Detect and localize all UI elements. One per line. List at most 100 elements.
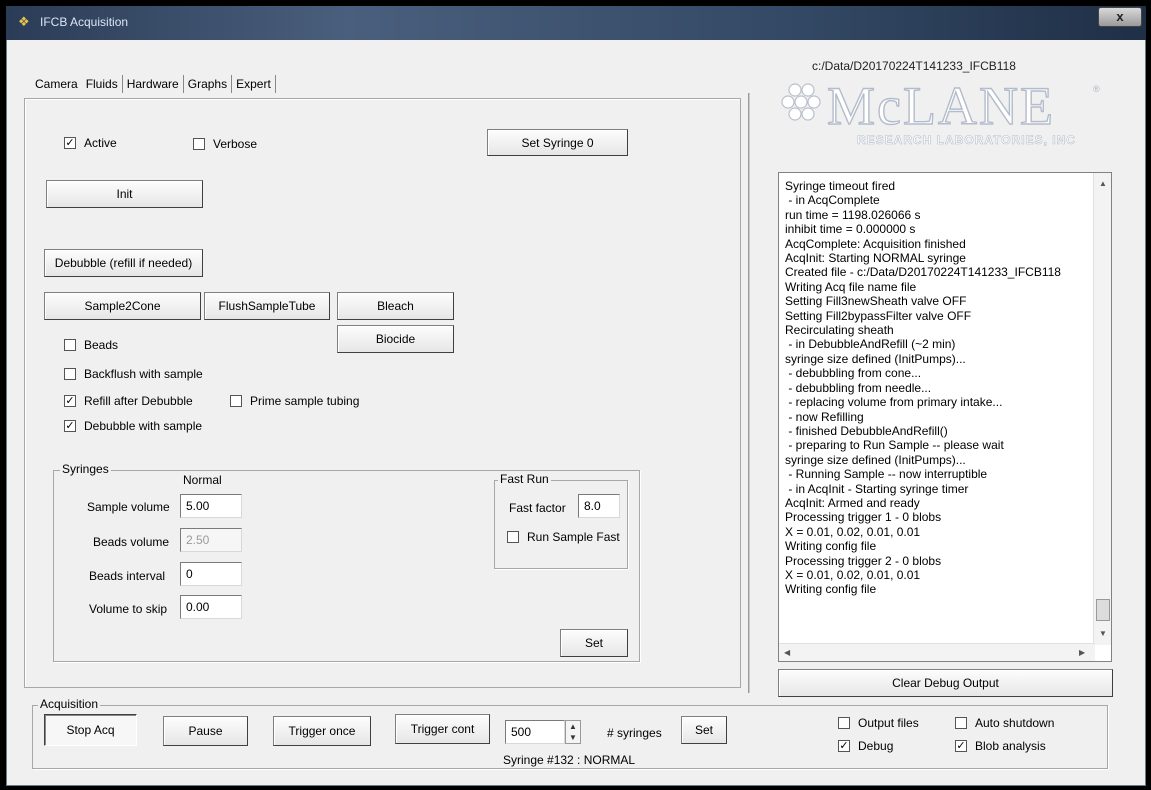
auto-shutdown-checkbox[interactable]: Auto shutdown xyxy=(955,716,1054,730)
checkbox-box xyxy=(64,339,76,351)
tab-graphs[interactable]: Graphs xyxy=(184,75,233,93)
beads-checkbox[interactable]: Beads xyxy=(64,338,118,352)
logo-wordmark: McLANE xyxy=(827,78,1055,136)
debug-line: Processing trigger 2 - 0 blobs xyxy=(785,553,942,568)
debug-line: - preparing to Run Sample -- please wait xyxy=(785,438,1004,453)
output-files-label: Output files xyxy=(858,716,919,730)
vertical-scrollbar[interactable]: ▲ ▼ xyxy=(1093,173,1111,645)
title-bar[interactable] xyxy=(6,6,1146,40)
debug-line: Writing config file xyxy=(785,582,877,597)
beads-interval-input[interactable]: 0 xyxy=(180,562,242,586)
debug-line: - in AcqComplete xyxy=(785,193,880,208)
sample2cone-button[interactable]: Sample2Cone xyxy=(44,292,201,320)
syringes-group-title: Syringes xyxy=(60,462,111,476)
horizontal-scrollbar[interactable]: ◀ ▶ xyxy=(779,643,1095,661)
logo-subtitle: RESEARCH LABORATORIES, INC xyxy=(857,133,1076,147)
debug-output-box[interactable]: Syringe timeout fired - in AcqComplete ru… xyxy=(778,172,1112,662)
flush-sample-tube-button[interactable]: FlushSampleTube xyxy=(204,292,330,320)
debug-line: - in AcqInit - Starting syringe timer xyxy=(785,481,969,496)
volume-to-skip-input[interactable]: 0.00 xyxy=(180,595,242,619)
spinner-up-icon[interactable]: ▲ xyxy=(566,721,580,732)
syringes-spinner[interactable]: ▲ ▼ xyxy=(565,720,581,744)
scroll-right-icon[interactable]: ▶ xyxy=(1079,648,1085,657)
pause-button[interactable]: Pause xyxy=(163,716,248,746)
debug-line: Processing trigger 1 - 0 blobs xyxy=(785,510,942,525)
prime-label: Prime sample tubing xyxy=(250,394,360,408)
biocide-button[interactable]: Biocide xyxy=(337,325,454,353)
scroll-thumb[interactable] xyxy=(1096,599,1110,621)
active-checkbox[interactable]: ✓ Active xyxy=(64,136,117,150)
verbose-checkbox[interactable]: Verbose xyxy=(193,137,257,151)
tab-fluids[interactable]: Fluids xyxy=(81,75,122,93)
debug-line: AcqInit: Starting NORMAL syringe xyxy=(785,251,966,266)
acquisition-set-button[interactable]: Set xyxy=(681,716,727,744)
debubble-button[interactable]: Debubble (refill if needed) xyxy=(44,249,203,277)
sample-volume-label: Sample volume xyxy=(87,500,170,514)
verbose-label: Verbose xyxy=(213,137,258,151)
checkbox-box xyxy=(955,717,967,729)
debug-line: syringe size defined (InitPumps)... xyxy=(785,351,966,366)
checkbox-box xyxy=(230,395,242,407)
run-sample-fast-checkbox[interactable]: Run Sample Fast xyxy=(507,530,620,544)
spinner-down-icon[interactable]: ▼ xyxy=(566,732,580,743)
blob-analysis-checkbox[interactable]: ✓ Blob analysis xyxy=(955,739,1046,753)
output-files-checkbox[interactable]: Output files xyxy=(838,716,919,730)
checkbox-box: ✓ xyxy=(64,420,76,432)
normal-header: Normal xyxy=(183,473,222,487)
debug-line: Syringe timeout fired xyxy=(785,179,896,193)
debug-line: Setting Fill2bypassFilter valve OFF xyxy=(785,308,972,323)
debug-line: Created file - c:/Data/D20170224T141233_… xyxy=(785,265,1061,280)
debug-line: X = 0.01, 0.02, 0.01, 0.01 xyxy=(785,567,921,582)
clear-debug-output-button[interactable]: Clear Debug Output xyxy=(778,669,1113,697)
backflush-checkbox[interactable]: Backflush with sample xyxy=(64,367,203,381)
checkbox-box: ✓ xyxy=(838,740,850,752)
panel-divider xyxy=(748,93,750,693)
debug-line: - now Refilling xyxy=(785,409,864,424)
debug-output-lines: Syringe timeout fired - in AcqComplete ru… xyxy=(785,179,1061,597)
debug-line: Setting Fill3newSheath valve OFF xyxy=(785,294,967,309)
window-title: IFCB Acquisition xyxy=(40,15,129,29)
scroll-down-icon[interactable]: ▼ xyxy=(1099,629,1107,638)
init-button[interactable]: Init xyxy=(46,180,203,208)
syringes-count-label: # syringes xyxy=(607,726,662,740)
checkbox-box xyxy=(193,138,205,150)
tab-bar: Camera Fluids Hardware Graphs Expert xyxy=(31,75,276,93)
fast-run-group-title: Fast Run xyxy=(498,472,551,486)
bleach-button[interactable]: Bleach xyxy=(337,292,454,320)
backflush-label: Backflush with sample xyxy=(84,367,203,381)
trigger-cont-button[interactable]: Trigger cont xyxy=(395,714,490,744)
debug-label: Debug xyxy=(858,739,894,753)
debug-line: - debubbling from needle... xyxy=(785,380,932,395)
fast-factor-label: Fast factor xyxy=(509,501,566,515)
active-label: Active xyxy=(84,136,117,150)
close-button[interactable]: x xyxy=(1098,7,1142,27)
stop-acq-button[interactable]: Stop Acq xyxy=(44,714,137,746)
debug-line: Writing Acq file name file xyxy=(785,279,917,294)
debubble-with-sample-checkbox[interactable]: ✓ Debubble with sample xyxy=(64,419,202,433)
sample-volume-input[interactable]: 5.00 xyxy=(180,494,242,518)
syringes-set-button[interactable]: Set xyxy=(560,629,628,657)
beads-label: Beads xyxy=(84,338,119,352)
trigger-once-button[interactable]: Trigger once xyxy=(273,716,371,746)
scroll-up-icon[interactable]: ▲ xyxy=(1099,179,1107,188)
debug-checkbox[interactable]: ✓ Debug xyxy=(838,739,893,753)
debug-line: AcqInit: Armed and ready xyxy=(785,495,920,510)
set-syringe-0-button[interactable]: Set Syringe 0 xyxy=(487,129,628,156)
tab-camera[interactable]: Camera xyxy=(31,75,82,93)
syringes-count-input[interactable]: 500 xyxy=(505,720,565,744)
app-icon: ❖ xyxy=(18,14,30,29)
volume-to-skip-label: Volume to skip xyxy=(89,602,168,616)
auto-shutdown-label: Auto shutdown xyxy=(975,716,1055,730)
tab-expert[interactable]: Expert xyxy=(232,75,276,93)
blob-analysis-label: Blob analysis xyxy=(975,739,1046,753)
prime-sample-tubing-checkbox[interactable]: Prime sample tubing xyxy=(230,394,359,408)
data-path-label: c:/Data/D20170224T141233_IFCB118 xyxy=(812,59,1016,73)
run-sample-fast-label: Run Sample Fast xyxy=(527,530,620,544)
fast-factor-input[interactable]: 8.0 xyxy=(578,494,620,518)
refill-after-debubble-checkbox[interactable]: ✓ Refill after Debubble xyxy=(64,394,193,408)
checkbox-box xyxy=(64,368,76,380)
tab-hardware[interactable]: Hardware xyxy=(121,75,184,93)
debubble-sample-label: Debubble with sample xyxy=(84,419,203,433)
checkbox-box: ✓ xyxy=(955,740,967,752)
scroll-left-icon[interactable]: ◀ xyxy=(784,648,790,657)
